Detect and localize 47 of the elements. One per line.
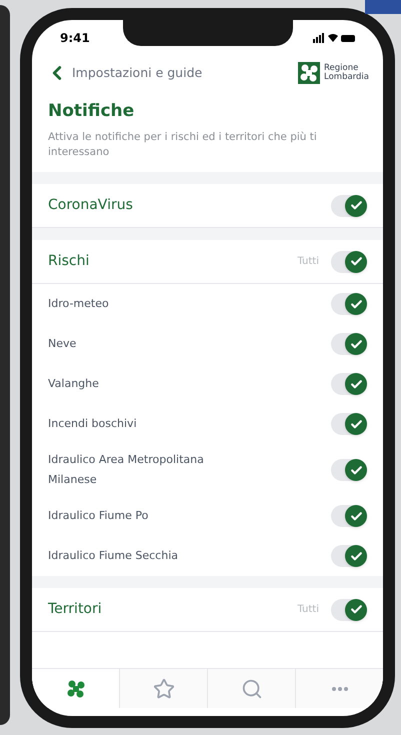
check-icon (350, 298, 362, 310)
check-icon (350, 550, 362, 562)
toggle-switch[interactable] (331, 459, 367, 481)
check-icon (350, 603, 362, 616)
search-icon (240, 678, 262, 700)
star-icon (152, 678, 174, 700)
more-icon (332, 686, 348, 690)
check-icon (350, 510, 362, 522)
toggle-switch[interactable] (331, 250, 367, 272)
clover-icon (66, 678, 86, 698)
risk-label: Idro-meteo (48, 296, 109, 312)
corner-shape (365, 0, 401, 14)
toggle-switch[interactable] (331, 333, 367, 355)
risk-label: Idraulico Fiume Secchia (48, 548, 178, 564)
toggle-switch[interactable] (331, 598, 367, 620)
risk-label: Valanghe (48, 376, 99, 392)
status-time: 9:41 (60, 30, 90, 47)
tab-button[interactable] (295, 669, 383, 708)
toggle-switch[interactable] (331, 413, 367, 435)
group-title: Rischi (48, 252, 90, 271)
clover-icon (299, 63, 320, 83)
toggle-switch[interactable] (331, 293, 367, 315)
check-icon (350, 255, 362, 268)
toggle-switch[interactable] (331, 373, 367, 395)
check-icon (350, 199, 362, 212)
status-icons (313, 33, 355, 43)
toggle-switch[interactable] (331, 194, 367, 216)
group-title: Territori (48, 600, 102, 619)
logo-text: Lombardia (324, 73, 369, 82)
check-icon (350, 378, 362, 390)
check-icon (350, 464, 362, 476)
check-icon (350, 418, 362, 430)
check-icon (350, 338, 362, 350)
risk-label: Idraulico Area Metropolitana Milanese (48, 452, 205, 488)
tab-button[interactable] (32, 669, 119, 708)
toggle-switch[interactable] (331, 545, 367, 567)
logo-text: Regione (324, 64, 358, 73)
toggle-switch[interactable] (331, 505, 367, 527)
page-title: Notifiche (47, 100, 136, 124)
all-label: Tutti (297, 255, 319, 269)
back-button[interactable]: Impostazioni e guide (46, 62, 202, 84)
risk-label: Idraulico Fiume Po (48, 508, 148, 524)
group-title: CoronaVirus (48, 196, 133, 215)
risk-label: Neve (48, 336, 76, 352)
risk-label: Incendi boschivi (48, 416, 137, 432)
all-label: Tutti (297, 603, 319, 617)
page-description: Attiva le notifiche per i rischi ed i territori che più ti interessano (47, 130, 318, 160)
